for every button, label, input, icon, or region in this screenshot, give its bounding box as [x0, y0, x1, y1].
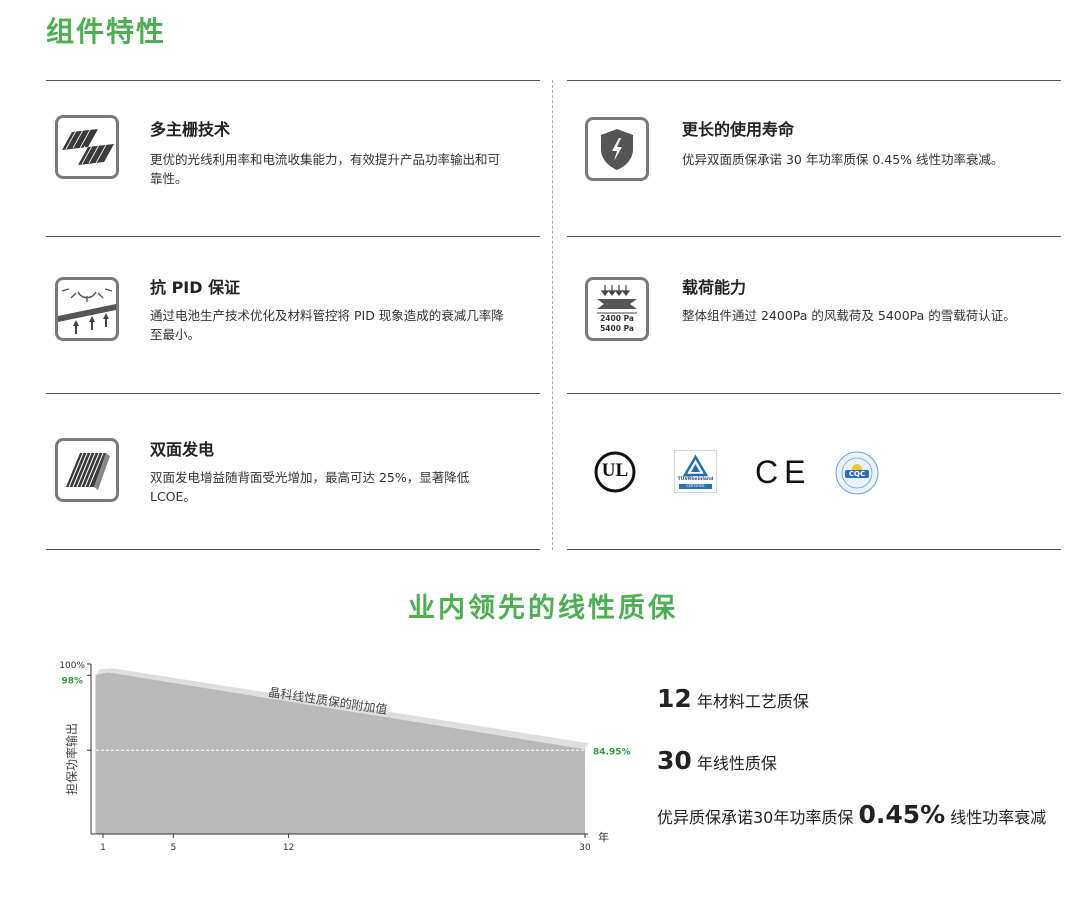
divider	[46, 236, 540, 237]
warranty-rate: 0.45%	[858, 800, 946, 829]
x-tick-label: 1	[100, 843, 106, 853]
column-divider	[552, 80, 553, 550]
feature-description: 双面发电增益随背面受光增加，最高可达 25%，显著降低LCOE。	[150, 470, 470, 504]
feature-title: 双面发电	[150, 440, 215, 459]
feature-description: 优异双面质保承诺 30 年功率质保 0.45% 线性功率衰减。	[682, 152, 1004, 167]
feature-description: 更优的光线利用率和电流收集能力，有效提升产品功率输出和可靠性。	[150, 152, 501, 186]
section-title: 业内领先的线性质保	[408, 593, 678, 624]
x-tick-label: 5	[170, 843, 176, 853]
warranty-item: 12 年材料工艺质保	[657, 684, 809, 713]
warranty-chart: 100%98%84.95%1 5 12 30年担保功率输出晶科线性质保的附加值	[59, 661, 631, 853]
feature-title: 更长的使用寿命	[682, 120, 795, 139]
tuv-logo-text: TÜVRheinland	[677, 477, 714, 482]
end-value-label: 84.95%	[593, 747, 631, 757]
warranty-years: 30	[657, 746, 692, 775]
divider	[46, 549, 540, 550]
divider	[567, 236, 1061, 237]
warranty-item: 优异质保承诺30年功率质保 0.45% 线性功率衰减	[657, 800, 1046, 829]
divider	[567, 549, 1061, 550]
y-axis-label: 担保功率输出	[64, 723, 79, 795]
y-tick-label: 100%	[59, 661, 85, 671]
warranty-label: 年材料工艺质保	[696, 692, 809, 711]
feature-title: 多主栅技术	[150, 120, 231, 139]
shield-icon	[585, 117, 649, 181]
warranty-item: 30 年线性质保	[657, 746, 777, 775]
y-tick-label: 98%	[61, 676, 83, 686]
divider	[567, 393, 1061, 394]
warranty-years: 12	[657, 684, 692, 713]
ul-logo: UL	[594, 451, 636, 493]
warranty-label: 优异质保承诺30年功率质保	[657, 808, 854, 827]
divider	[567, 80, 1061, 81]
warranty-label: 年线性质保	[696, 754, 777, 773]
ce-logo: CE	[755, 454, 812, 490]
x-tick-label: 12	[283, 843, 294, 853]
load-capacity-icon: 2400 Pa 5400 Pa	[585, 277, 649, 341]
tuv-logo: TÜVRheinland CERTIFIED	[674, 450, 717, 493]
load-label-snow: 5400 Pa	[600, 324, 634, 333]
warranty-label: 线性功率衰减	[950, 808, 1047, 827]
ul-logo-text: UL	[601, 460, 629, 481]
multi-busbar-icon	[55, 115, 119, 179]
feature-description: 整体组件通过 2400Pa 的风载荷及 5400Pa 的雪载荷认证。	[682, 308, 1016, 323]
feature-description: 通过电池生产技术优化及材料管控将 PID 现象造成的衰减几率降至最小。	[150, 308, 504, 342]
bifacial-icon	[55, 438, 119, 502]
divider	[46, 80, 540, 81]
anti-pid-icon	[55, 277, 119, 341]
tuv-logo-subtext: CERTIFIED	[679, 484, 712, 489]
feature-title: 抗 PID 保证	[150, 278, 241, 297]
cqc-logo: CQC	[835, 451, 879, 495]
load-label-wind: 2400 Pa	[600, 314, 634, 323]
x-axis-label: 年	[598, 830, 609, 844]
cqc-logo-text: CQC	[848, 470, 866, 478]
page-title: 组件特性	[46, 15, 167, 48]
divider	[46, 393, 540, 394]
x-tick-label: 30	[579, 843, 591, 853]
feature-title: 载荷能力	[682, 278, 747, 297]
